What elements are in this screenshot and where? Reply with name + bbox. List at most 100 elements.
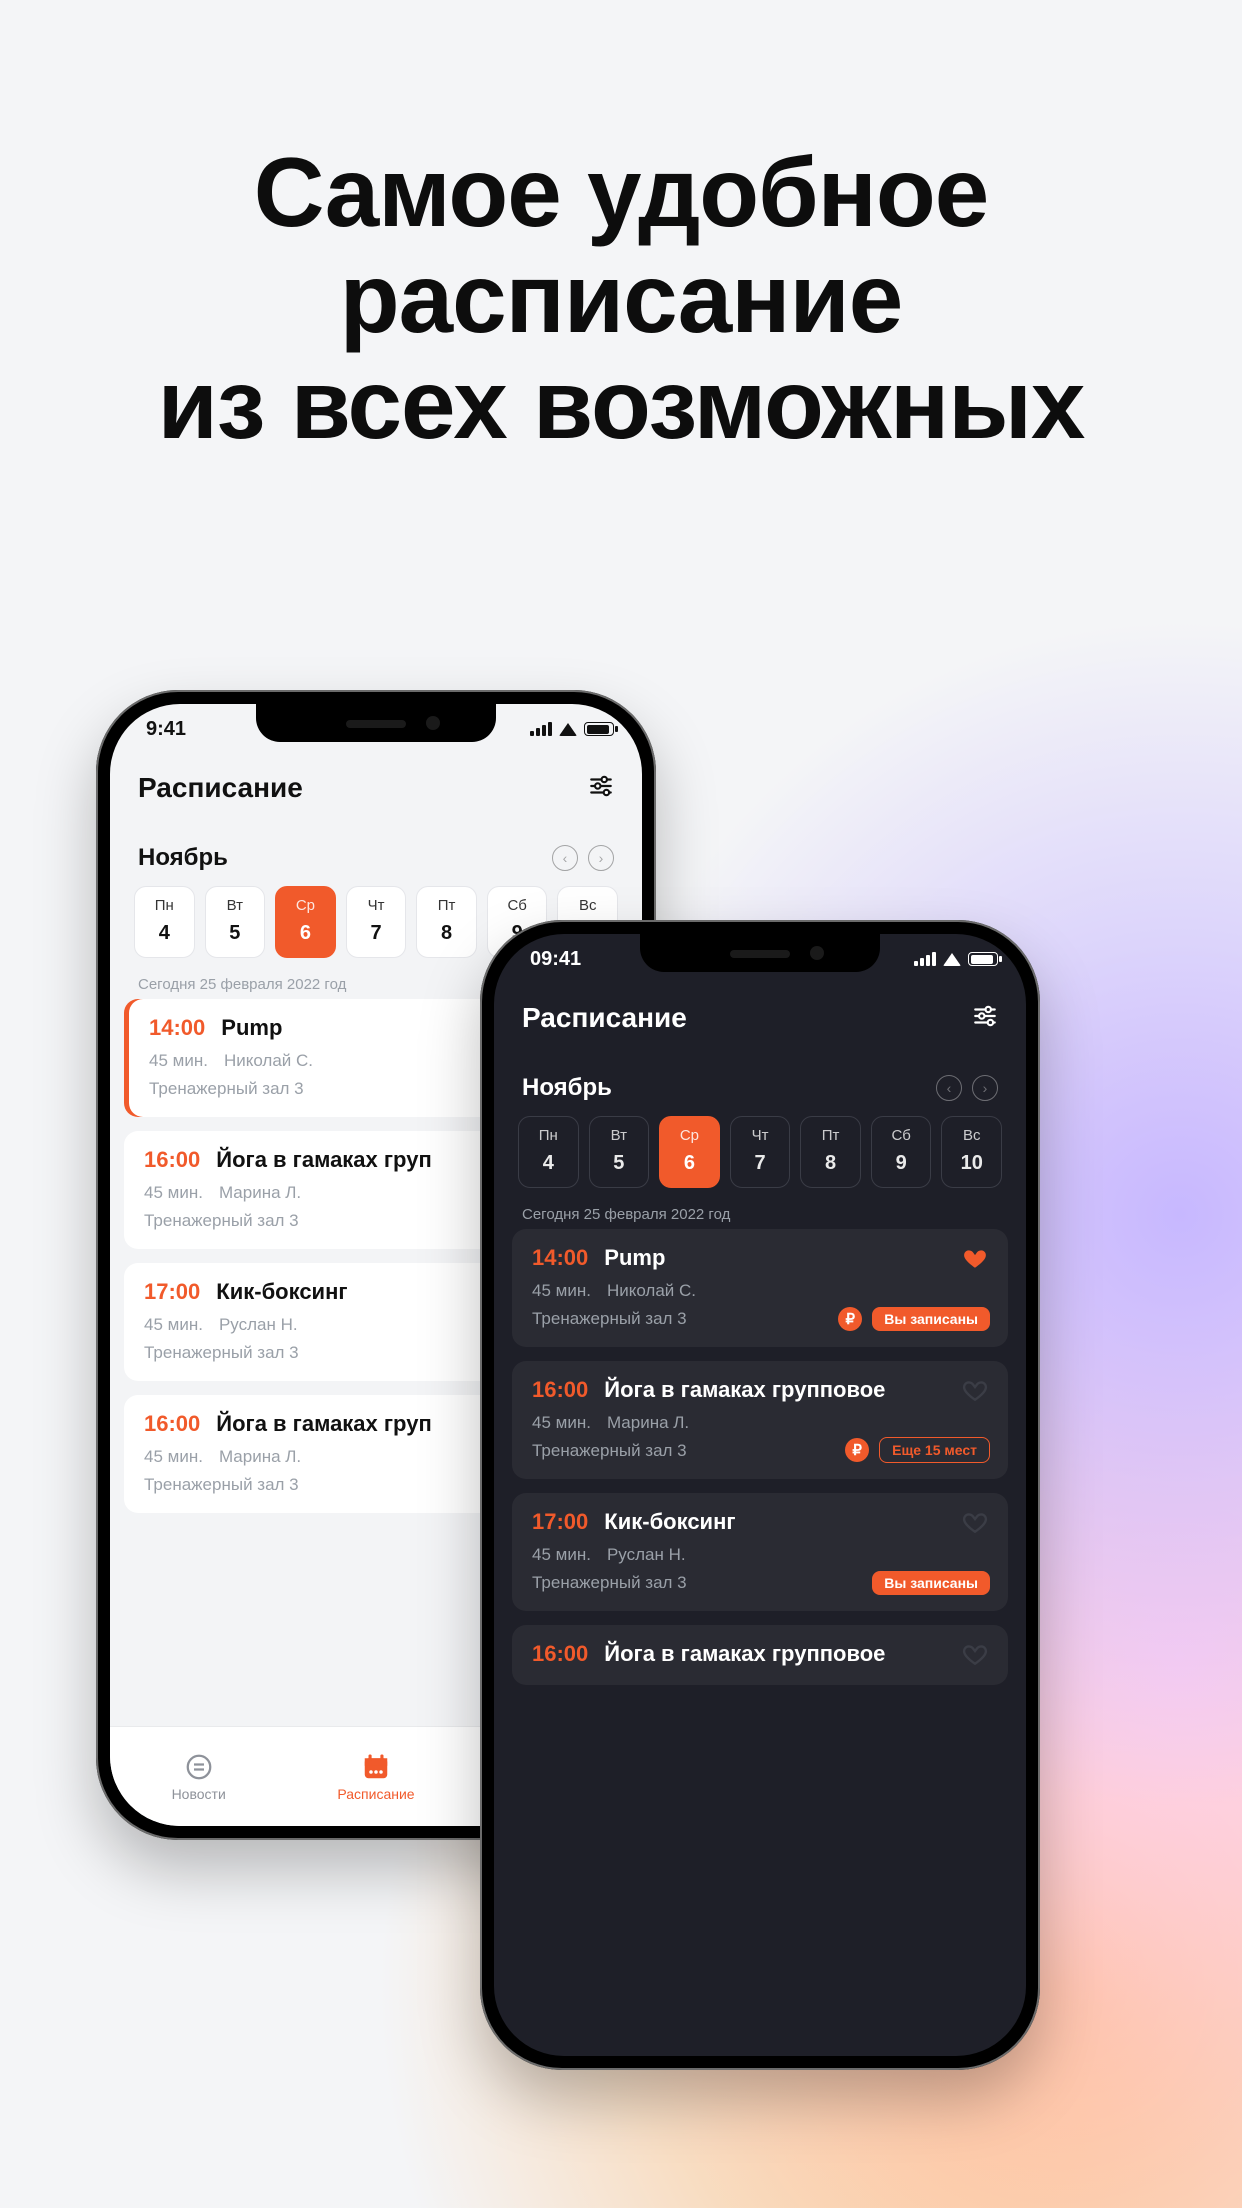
day-number: 4 [135, 922, 194, 945]
day-weekday: Пт [417, 897, 476, 914]
event-time: 16:00 [144, 1411, 200, 1437]
event-time: 16:00 [144, 1147, 200, 1173]
next-week-button[interactable]: › [588, 845, 614, 871]
day-number: 8 [417, 922, 476, 945]
day-box[interactable]: Чт 7 [346, 886, 407, 958]
event-card[interactable]: 17:00Кик-боксинг45 мин.Руслан Н.Тренажер… [512, 1493, 1008, 1611]
day-box[interactable]: Пн 4 [518, 1116, 579, 1188]
event-coach: Марина Л. [219, 1447, 301, 1467]
prev-week-button[interactable]: ‹ [936, 1075, 962, 1101]
headline-line-2: расписание [0, 246, 1242, 352]
day-number: 5 [590, 1152, 649, 1175]
day-number: 7 [347, 922, 406, 945]
event-time: 14:00 [532, 1245, 588, 1271]
day-number: 9 [872, 1152, 931, 1175]
event-duration: 45 мин. [144, 1183, 203, 1203]
day-weekday: Сб [488, 897, 547, 914]
event-title: Кик-боксинг [604, 1509, 735, 1535]
event-card[interactable]: 16:00Йога в гамаках групповое45 мин.Мари… [512, 1361, 1008, 1479]
day-number: 6 [276, 922, 335, 945]
day-box[interactable]: Пт 8 [416, 886, 477, 958]
signal-icon [530, 722, 552, 736]
signal-icon [914, 952, 936, 966]
event-coach: Николай С. [607, 1281, 696, 1301]
next-week-button[interactable]: › [972, 1075, 998, 1101]
heart-icon[interactable] [962, 1377, 988, 1408]
event-card[interactable]: 14:00Pump45 мин.Николай С.Тренажерный за… [512, 1229, 1008, 1347]
heart-icon[interactable] [962, 1245, 988, 1276]
event-title: Йога в гамаках групповое [604, 1377, 885, 1403]
event-coach: Марина Л. [607, 1413, 689, 1433]
event-duration: 45 мин. [149, 1051, 208, 1071]
day-weekday: Ср [276, 897, 335, 914]
day-weekday: Пт [801, 1127, 860, 1144]
day-number: 6 [660, 1152, 719, 1175]
status-pill: Вы записаны [872, 1307, 990, 1331]
event-duration: 45 мин. [532, 1545, 591, 1565]
heart-icon[interactable] [962, 1509, 988, 1540]
tab-schedule[interactable]: Расписание [287, 1727, 464, 1826]
day-weekday: Чт [347, 897, 406, 914]
heart-icon[interactable] [962, 1641, 988, 1672]
day-box[interactable]: Пн 4 [134, 886, 195, 958]
day-box[interactable]: Сб 9 [871, 1116, 932, 1188]
event-time: 16:00 [532, 1641, 588, 1667]
status-pill: Вы записаны [872, 1571, 990, 1595]
day-box[interactable]: Чт 7 [730, 1116, 791, 1188]
month-label: Ноябрь [522, 1074, 612, 1102]
battery-icon [584, 722, 614, 736]
event-duration: 45 мин. [532, 1281, 591, 1301]
day-weekday: Пн [135, 897, 194, 914]
day-number: 8 [801, 1152, 860, 1175]
event-title: Кик-боксинг [216, 1279, 347, 1305]
event-title: Йога в гамаках груп [216, 1147, 431, 1173]
day-number: 7 [731, 1152, 790, 1175]
ruble-badge: ₽ [838, 1307, 862, 1331]
day-box[interactable]: Вт5 [205, 886, 266, 958]
battery-icon [968, 952, 998, 966]
status-time: 09:41 [530, 948, 581, 971]
day-box[interactable]: Ср 6 [659, 1116, 720, 1188]
day-weekday: Пн [519, 1127, 578, 1144]
day-box[interactable]: Вс 10 [941, 1116, 1002, 1188]
filter-icon[interactable] [588, 773, 614, 804]
event-title: Йога в гамаках групповое [604, 1641, 885, 1667]
day-weekday: Вт [590, 1127, 649, 1144]
events-list: 14:00Pump45 мин.Николай С.Тренажерный за… [494, 1229, 1026, 1685]
wifi-icon [559, 723, 577, 736]
day-weekday: Вс [942, 1127, 1001, 1144]
week-strip: Пн 4 Вт 5 Ср 6 Чт 7 Пт 8 Сб 9 Вс 10 [494, 1116, 1026, 1188]
tab-label: Новости [172, 1786, 226, 1802]
event-coach: Руслан Н. [219, 1315, 298, 1335]
event-title: Йога в гамаках груп [216, 1411, 431, 1437]
day-number: 10 [942, 1152, 1001, 1175]
page-title: Расписание [138, 772, 303, 804]
event-duration: 45 мин. [144, 1315, 203, 1335]
event-card[interactable]: 16:00 Йога в гамаках групповое [512, 1625, 1008, 1685]
event-time: 17:00 [144, 1279, 200, 1305]
day-box[interactable]: Ср 6 [275, 886, 336, 958]
day-weekday: Вс [558, 897, 617, 914]
month-label: Ноябрь [138, 844, 228, 872]
event-duration: 45 мин. [532, 1413, 591, 1433]
event-title: Pump [604, 1245, 665, 1271]
headline-line-1: Самое удобное [0, 140, 1242, 246]
day-box[interactable]: Пт 8 [800, 1116, 861, 1188]
event-coach: Марина Л. [219, 1183, 301, 1203]
day-weekday: Сб [872, 1127, 931, 1144]
day-weekday: Ср [660, 1127, 719, 1144]
phone-dark: 09:41 Расписание Ноябрь ‹ › [480, 920, 1040, 2070]
event-time: 17:00 [532, 1509, 588, 1535]
status-pill: Еще 15 мест [879, 1437, 990, 1463]
today-text: Сегодня 25 февраля 2022 год [494, 1188, 1026, 1229]
prev-week-button[interactable]: ‹ [552, 845, 578, 871]
headline-line-3: из всех возможных [0, 352, 1242, 458]
filter-icon[interactable] [972, 1003, 998, 1034]
day-weekday: Чт [731, 1127, 790, 1144]
tab-news[interactable]: Новости [110, 1727, 287, 1826]
day-box[interactable]: Вт 5 [589, 1116, 650, 1188]
event-duration: 45 мин. [144, 1447, 203, 1467]
wifi-icon [943, 953, 961, 966]
ruble-badge: ₽ [845, 1438, 869, 1462]
day-number: 4 [519, 1152, 578, 1175]
